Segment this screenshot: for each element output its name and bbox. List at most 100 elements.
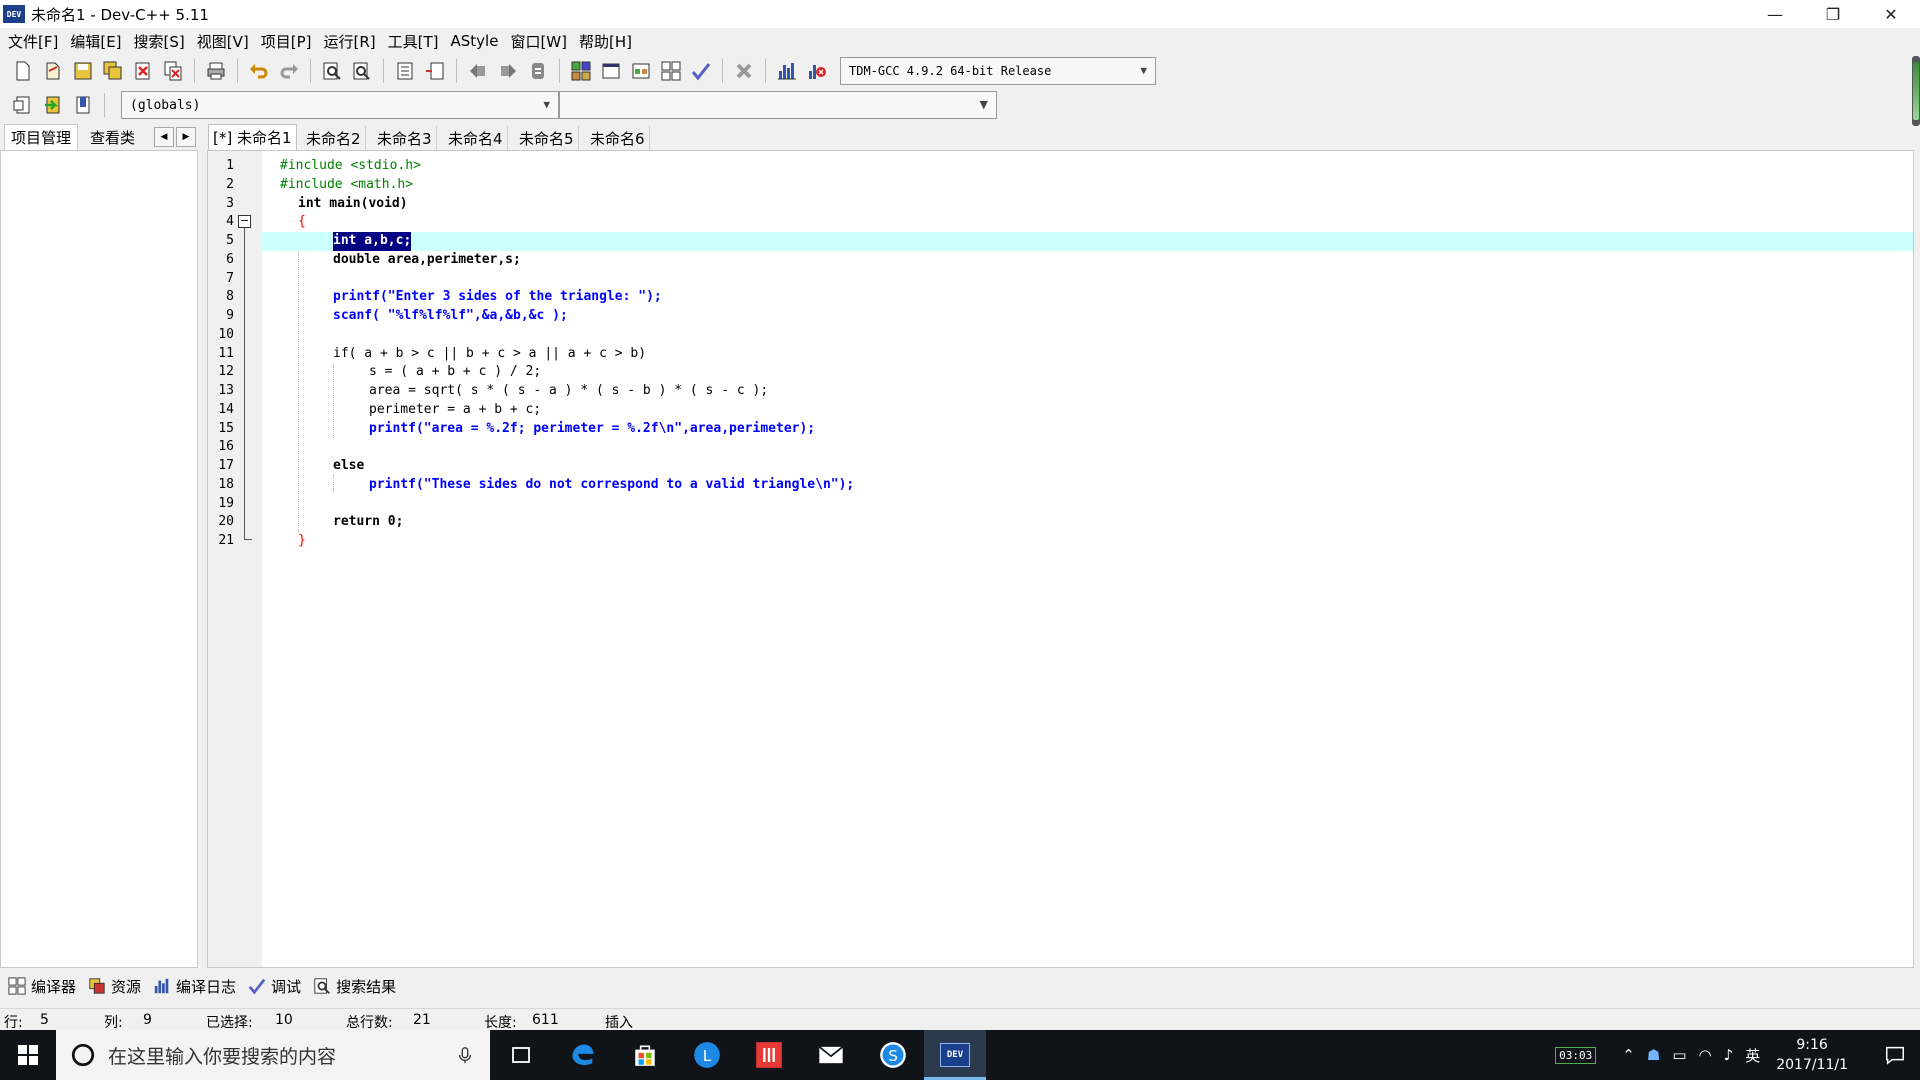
menu-edit[interactable]: 编辑[E] [66, 31, 129, 52]
menu-search[interactable]: 搜索[S] [130, 31, 193, 52]
restore-button[interactable]: ❐ [1804, 0, 1862, 28]
class-toolbar: (globals) ▼ ▼ [0, 88, 1920, 122]
compiler-select[interactable]: TDM-GCC 4.9.2 64-bit Release ▼ [840, 57, 1156, 85]
taskbar-clock[interactable]: 9:16 2017/11/1 [1776, 1035, 1848, 1075]
function-select[interactable]: ▼ [559, 91, 997, 119]
profile-button[interactable] [774, 58, 800, 84]
print-icon [207, 62, 225, 80]
code-area[interactable]: #include <stdio.h> #include <math.h> int… [262, 151, 1913, 967]
scope-select[interactable]: (globals) ▼ [121, 91, 559, 119]
battery-icon[interactable]: ▭ [1672, 1046, 1686, 1064]
tab-compile-log-label: 编译日志 [176, 977, 237, 996]
indent-button[interactable] [392, 58, 418, 84]
wifi-icon[interactable]: ◠ [1699, 1046, 1712, 1064]
taskbar-edge[interactable] [552, 1030, 614, 1080]
taskbar-devcpp[interactable]: DEV [924, 1030, 986, 1080]
save-all-button[interactable] [100, 58, 126, 84]
replace-icon [353, 62, 370, 80]
code-editor[interactable]: 1 2 3 4 5 6 7 8 9 10 11 12 13 14 15 16 1… [207, 150, 1914, 968]
close-file-button[interactable] [130, 58, 156, 84]
menu-help[interactable]: 帮助[H] [575, 31, 640, 52]
editor-tab-2[interactable]: 未命名2 [302, 126, 366, 150]
tab-project-manager[interactable]: 项目管理 [4, 124, 79, 150]
editor-tab-3[interactable]: 未命名3 [373, 126, 437, 150]
menu-view[interactable]: 视图[V] [193, 31, 257, 52]
taskbar-store[interactable] [614, 1030, 676, 1080]
tab-compile-log[interactable]: 编译日志 [153, 976, 236, 997]
fold-toggle-button[interactable]: − [238, 215, 251, 228]
toggle-goto-button[interactable] [40, 92, 66, 118]
taskbar-search-box[interactable]: 在这里输入你要搜索的内容 [56, 1030, 490, 1080]
menu-project[interactable]: 项目[P] [257, 31, 320, 52]
chevron-down-icon: ▼ [1140, 64, 1147, 77]
start-button[interactable] [0, 1030, 56, 1080]
goto-line-button[interactable] [525, 58, 551, 84]
tab-scroll-right-button[interactable]: ▶ [176, 127, 196, 147]
tab-class-browser[interactable]: 查看类 [84, 124, 141, 150]
menu-window[interactable]: 窗口[W] [506, 31, 575, 52]
run-button[interactable] [598, 58, 624, 84]
taskbar-app-blue-circle[interactable]: L [676, 1030, 738, 1080]
compile-icon [571, 61, 591, 81]
task-view-button[interactable] [490, 1030, 552, 1080]
editor-tab-5[interactable]: 未命名5 [515, 126, 579, 150]
undo-button[interactable] [246, 58, 272, 84]
taskbar-mail[interactable] [800, 1030, 862, 1080]
stop-x-icon [736, 63, 752, 79]
ime-indicator[interactable]: 英 [1745, 1045, 1760, 1066]
editor-tab-4[interactable]: 未命名4 [444, 126, 508, 150]
tab-compiler[interactable]: 编译器 [8, 976, 76, 997]
project-panel[interactable] [0, 150, 198, 968]
status-total-lines-label: 总行数: [346, 1015, 393, 1031]
menu-run[interactable]: 运行[R] [319, 31, 383, 52]
delete-profile-button[interactable] [804, 58, 830, 84]
compile-run-button[interactable] [628, 58, 654, 84]
new-file-button[interactable] [10, 58, 36, 84]
compiler-select-value: TDM-GCC 4.9.2 64-bit Release [849, 64, 1052, 78]
redo-button[interactable] [276, 58, 302, 84]
microphone-icon[interactable] [456, 1046, 474, 1064]
svg-text:L: L [703, 1047, 712, 1065]
toggle-bookmark-button[interactable] [465, 58, 491, 84]
compile-button[interactable] [568, 58, 594, 84]
bookmark-button[interactable] [70, 92, 96, 118]
code-line: s = ( a + b + c ) / 2; [262, 363, 1913, 382]
menu-astyle[interactable]: AStyle [447, 32, 507, 50]
action-center-button[interactable] [1870, 1030, 1920, 1080]
close-button[interactable]: ✕ [1862, 0, 1920, 28]
line-number: 21 [218, 533, 234, 548]
bar-chart-icon [154, 978, 169, 994]
replace-button[interactable] [349, 58, 375, 84]
goto-bookmark-button[interactable] [495, 58, 521, 84]
save-button[interactable] [70, 58, 96, 84]
line-number: 9 [226, 308, 234, 323]
menu-tools[interactable]: 工具[T] [384, 31, 447, 52]
find-button[interactable] [319, 58, 345, 84]
cloud-app-icon[interactable]: ☗ [1647, 1046, 1660, 1064]
status-selected: 10 [275, 1012, 293, 1028]
insert-button[interactable] [10, 92, 36, 118]
minimize-button[interactable]: — [1746, 0, 1804, 28]
tab-debug[interactable]: 调试 [248, 976, 301, 997]
devcpp-task-icon: DEV [940, 1043, 970, 1067]
rebuild-all-button[interactable] [658, 58, 684, 84]
taskbar-sogou[interactable]: S [862, 1030, 924, 1080]
volume-icon[interactable]: ♪ [1724, 1046, 1734, 1064]
tab-search-results[interactable]: 搜索结果 [313, 976, 396, 997]
open-file-button[interactable] [40, 58, 66, 84]
syntax-check-button[interactable] [688, 58, 714, 84]
stop-execution-button[interactable] [731, 58, 757, 84]
editor-tab-1[interactable]: [*] 未命名1 [208, 124, 297, 150]
battery-time-badge[interactable]: 03:03 [1555, 1046, 1597, 1064]
menu-file[interactable]: 文件[F] [4, 31, 66, 52]
editor-tab-6[interactable]: 未命名6 [586, 126, 650, 150]
tab-scroll-left-button[interactable]: ◀ [154, 127, 174, 147]
chevron-up-icon[interactable]: ⌃ [1622, 1046, 1635, 1064]
code-line-text: { [298, 214, 306, 230]
close-all-button[interactable] [160, 58, 186, 84]
toolbar-separator [194, 59, 195, 83]
tab-resources[interactable]: 资源 [88, 976, 141, 997]
taskbar-app-red[interactable] [738, 1030, 800, 1080]
print-button[interactable] [203, 58, 229, 84]
unindent-button[interactable] [422, 58, 448, 84]
